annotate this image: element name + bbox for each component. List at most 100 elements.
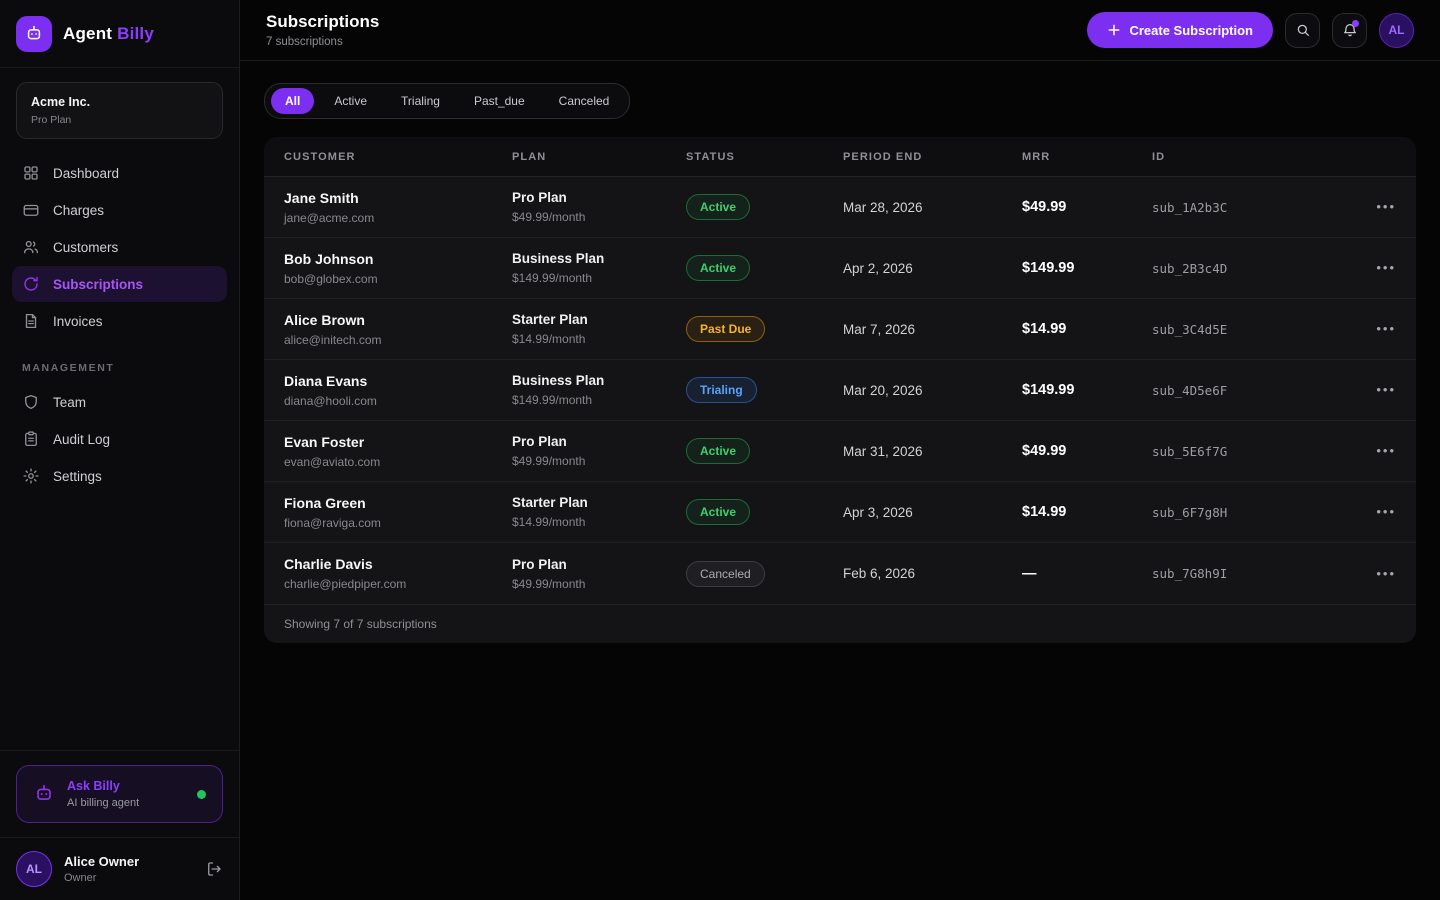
row-actions-button[interactable]: ••• [1376,443,1396,458]
plan-cell: Pro Plan $49.99/month [512,557,686,591]
sidebar-item-charges[interactable]: Charges [12,192,227,228]
row-actions-button[interactable]: ••• [1376,504,1396,519]
customer-name: Evan Foster [284,434,512,450]
table-row[interactable]: Diana Evans diana@hooli.com Business Pla… [264,360,1416,421]
sidebar-item-settings[interactable]: Settings [12,458,227,494]
customer-email: charlie@piedpiper.com [284,577,512,591]
subscription-id: sub_4D5e6F [1152,383,1330,398]
table-header-row: CUSTOMER PLAN STATUS PERIOD END MRR ID [264,137,1416,177]
plan-name: Pro Plan [512,434,686,449]
table-row[interactable]: Charlie Davis charlie@piedpiper.com Pro … [264,543,1416,604]
results-count: Showing 7 of 7 subscriptions [284,617,437,631]
row-actions-button[interactable]: ••• [1376,566,1396,581]
table-row[interactable]: Alice Brown alice@initech.com Starter Pl… [264,299,1416,360]
customer-cell: Charlie Davis charlie@piedpiper.com [284,556,512,591]
subscription-id: sub_1A2b3C [1152,200,1330,215]
notifications-button[interactable] [1332,13,1367,48]
tab-all[interactable]: All [271,88,314,114]
user-name: Alice Owner [64,854,139,869]
row-actions-button[interactable]: ••• [1376,321,1396,336]
avatar[interactable]: AL [1379,13,1414,48]
status-cell: Active [686,438,843,464]
notification-dot [1352,20,1359,27]
sidebar-spacer [0,495,239,750]
avatar[interactable]: AL [16,851,52,887]
plan-name: Business Plan [512,373,686,388]
tab-canceled[interactable]: Canceled [545,88,624,114]
tab-past-due[interactable]: Past_due [460,88,539,114]
plus-icon [1107,23,1121,37]
row-actions-button[interactable]: ••• [1376,260,1396,275]
user-role: Owner [64,872,139,884]
column-header-period-end: PERIOD END [843,151,1022,163]
robot-logo-icon [16,16,52,52]
row-actions-button[interactable]: ••• [1376,199,1396,214]
status-badge: Active [686,499,750,525]
sidebar-item-label: Subscriptions [53,277,143,292]
plan-cell: Business Plan $149.99/month [512,251,686,285]
table-row[interactable]: Fiona Green fiona@raviga.com Starter Pla… [264,482,1416,543]
sidebar-item-customers[interactable]: Customers [12,229,227,265]
sidebar-item-invoices[interactable]: Invoices [12,303,227,339]
customer-email: jane@acme.com [284,211,512,225]
clipboard-icon [22,430,40,448]
tab-trialing[interactable]: Trialing [387,88,454,114]
table-row[interactable]: Jane Smith jane@acme.com Pro Plan $49.99… [264,177,1416,238]
assistant-subtitle: AI billing agent [67,797,139,809]
customer-email: evan@aviato.com [284,455,512,469]
customer-name: Jane Smith [284,190,512,206]
sidebar-item-label: Team [53,395,86,410]
search-button[interactable] [1285,13,1320,48]
customer-cell: Bob Johnson bob@globex.com [284,251,512,286]
actions-cell: ••• [1330,565,1396,583]
sidebar-item-label: Audit Log [53,432,110,447]
plan-cell: Pro Plan $49.99/month [512,434,686,468]
actions-cell: ••• [1330,381,1396,399]
sidebar-management-nav: Team Audit Log Settings [0,384,239,495]
sidebar: Agent Billy Acme Inc. Pro Plan Dashboard [0,0,240,900]
plan-price: $14.99/month [512,332,686,346]
org-card[interactable]: Acme Inc. Pro Plan [16,82,223,139]
table-footer: Showing 7 of 7 subscriptions [264,604,1416,643]
plan-price: $49.99/month [512,454,686,468]
period-end: Mar 7, 2026 [843,322,1022,337]
customer-cell: Diana Evans diana@hooli.com [284,373,512,408]
subscription-id: sub_7G8h9I [1152,566,1330,581]
logout-icon[interactable] [205,860,223,878]
brand-logo: Agent Billy [0,0,239,68]
table-row[interactable]: Bob Johnson bob@globex.com Business Plan… [264,238,1416,299]
customer-name: Bob Johnson [284,251,512,267]
status-badge: Active [686,194,750,220]
brand-name: Agent Billy [63,24,154,44]
plan-price: $149.99/month [512,271,686,285]
table-row[interactable]: Evan Foster evan@aviato.com Pro Plan $49… [264,421,1416,482]
sidebar-item-label: Dashboard [53,166,119,181]
plan-cell: Starter Plan $14.99/month [512,495,686,529]
topbar-actions: Create Subscription AL [1087,12,1414,48]
mrr-value: $149.99 [1022,260,1152,276]
plan-price: $14.99/month [512,515,686,529]
user-info: Alice Owner Owner [64,854,139,884]
actions-cell: ••• [1330,198,1396,216]
mrr-value: $49.99 [1022,443,1152,459]
tab-active[interactable]: Active [320,88,381,114]
org-plan: Pro Plan [31,114,208,126]
sidebar-item-team[interactable]: Team [12,384,227,420]
ask-billy-card[interactable]: Ask Billy AI billing agent [16,765,223,823]
mrr-value: — [1022,566,1152,582]
sidebar-item-label: Settings [53,469,102,484]
invoice-icon [22,312,40,330]
credit-card-icon [22,201,40,219]
sidebar-item-dashboard[interactable]: Dashboard [12,155,227,191]
table-body: Jane Smith jane@acme.com Pro Plan $49.99… [264,177,1416,604]
column-header-id: ID [1152,151,1330,163]
create-subscription-button[interactable]: Create Subscription [1087,12,1273,48]
sidebar-item-audit-log[interactable]: Audit Log [12,421,227,457]
customer-name: Fiona Green [284,495,512,511]
refresh-icon [22,275,40,293]
actions-cell: ••• [1330,259,1396,277]
customer-cell: Alice Brown alice@initech.com [284,312,512,347]
row-actions-button[interactable]: ••• [1376,382,1396,397]
status-cell: Trialing [686,377,843,403]
sidebar-item-subscriptions[interactable]: Subscriptions [12,266,227,302]
